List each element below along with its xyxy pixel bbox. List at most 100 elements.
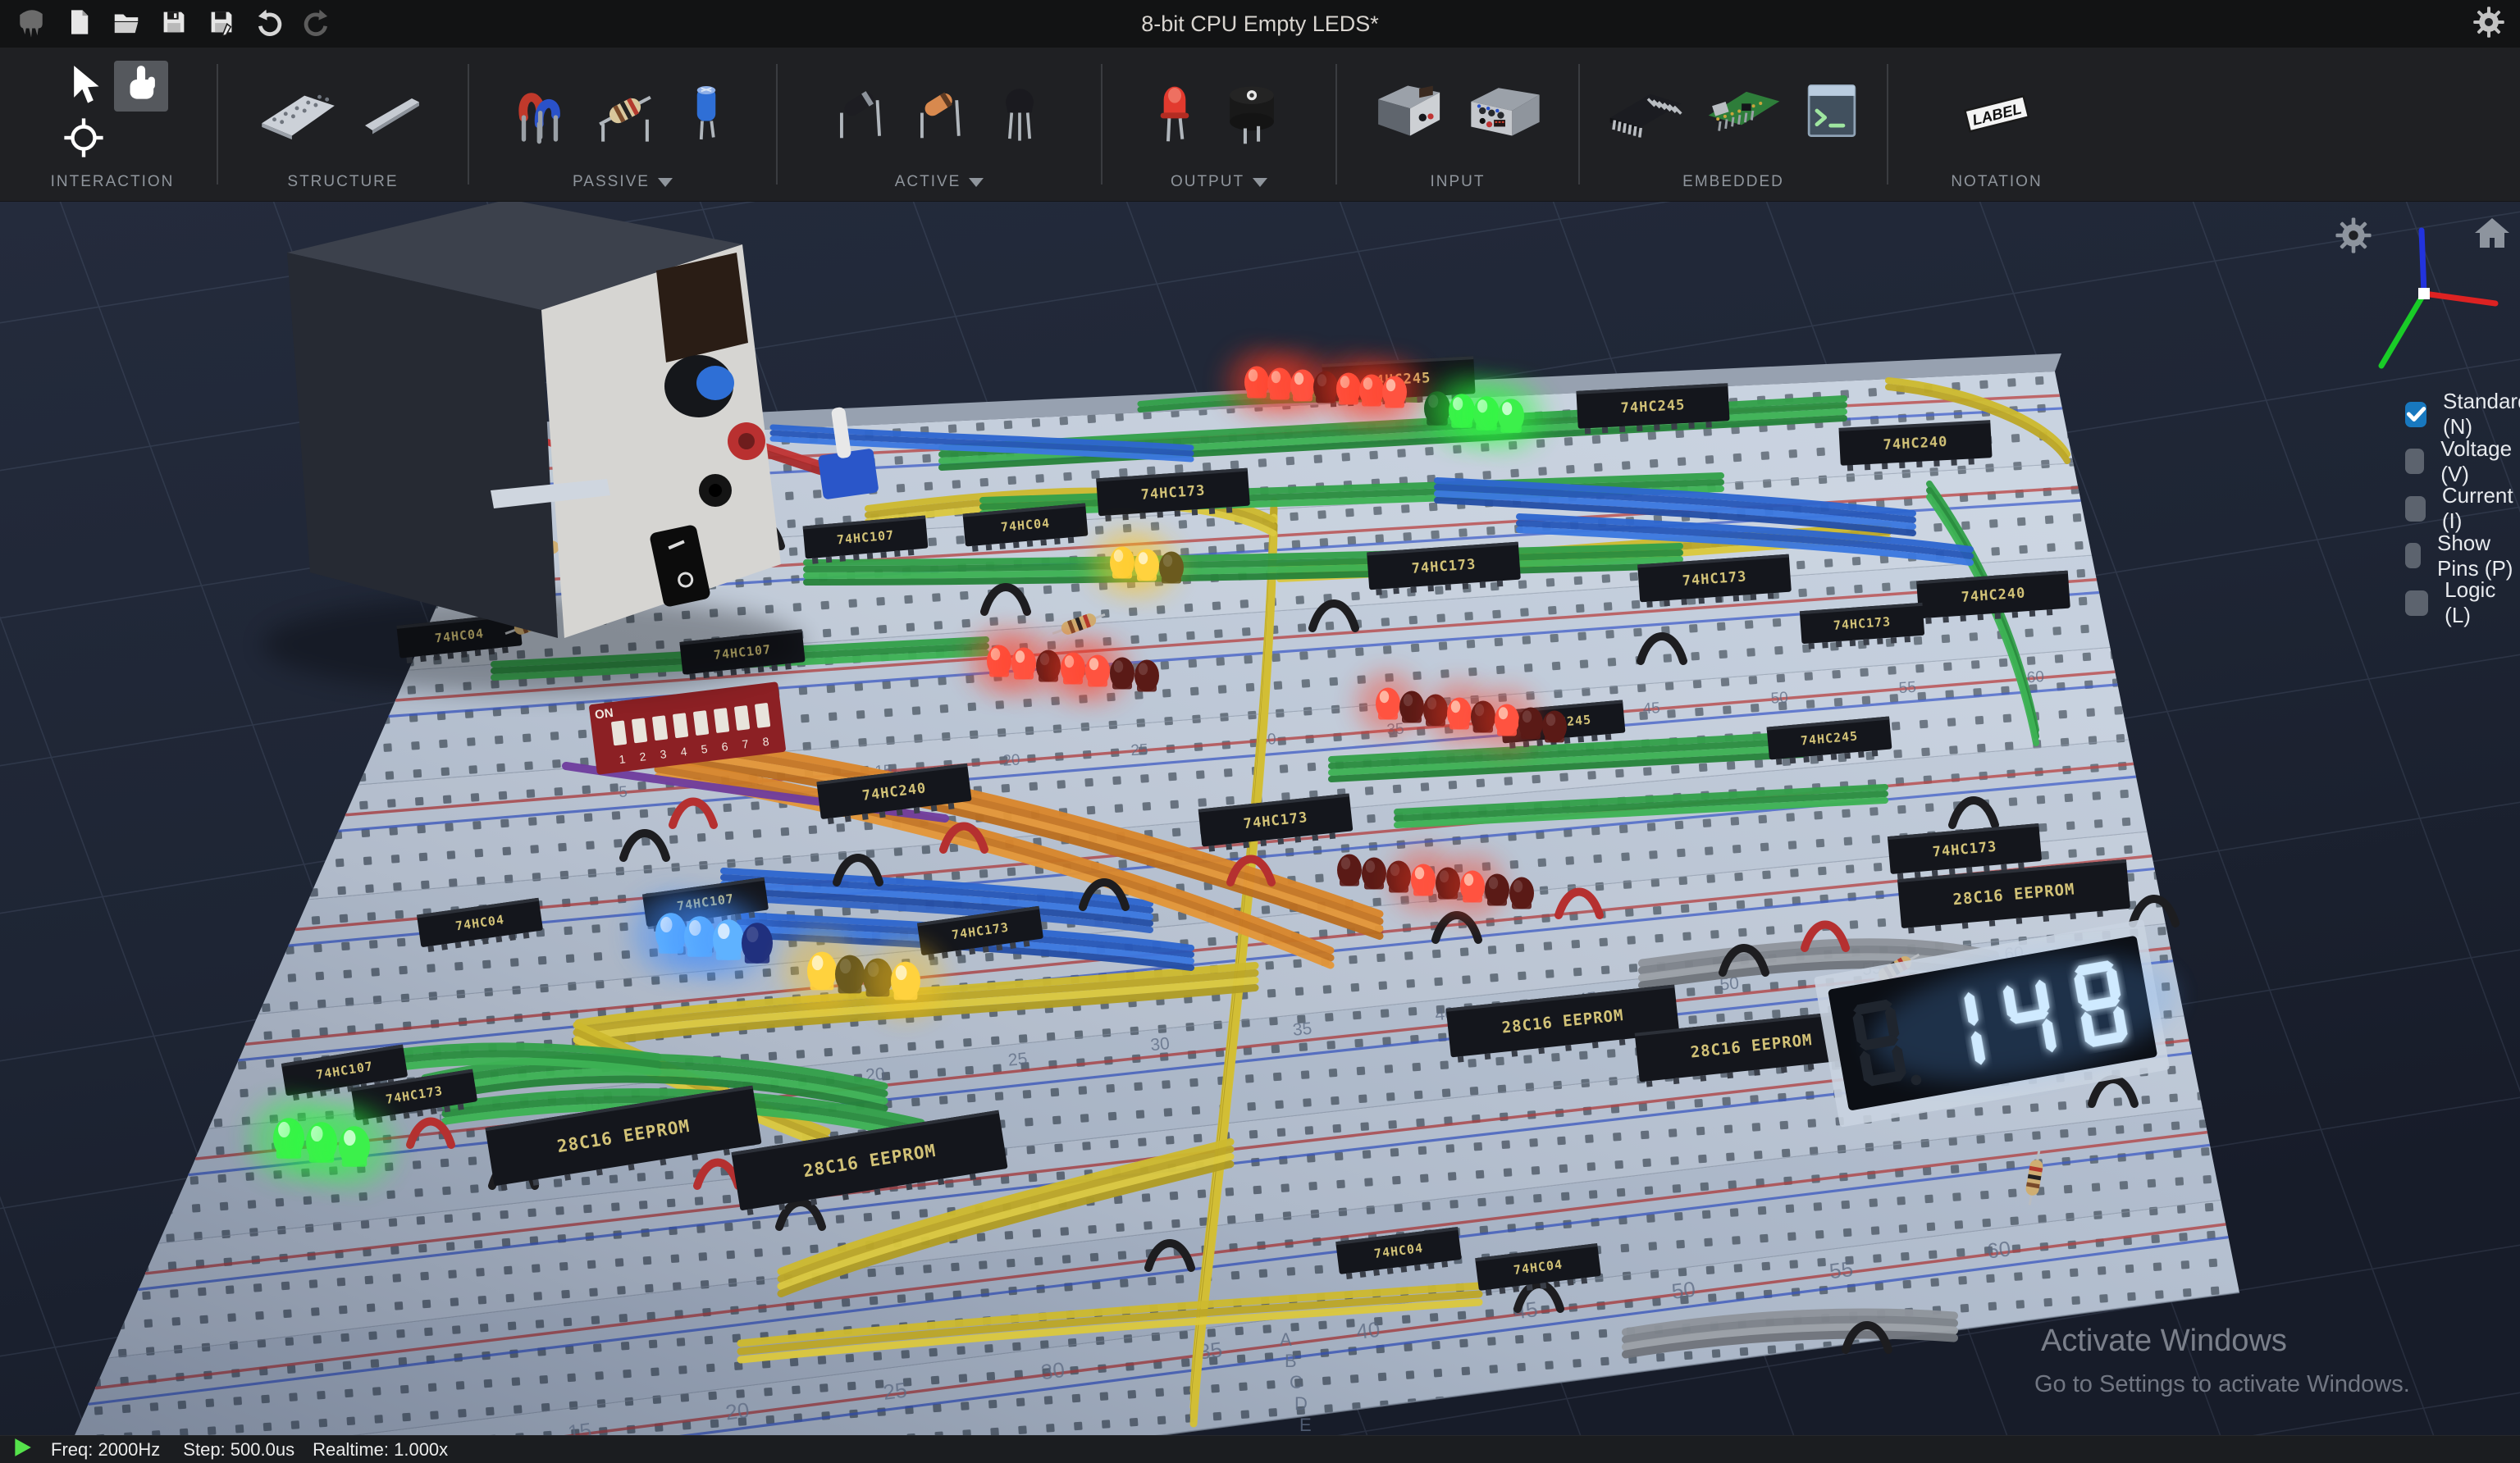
render-mode-current[interactable]: Current (I) — [2405, 483, 2520, 534]
zener-diode-icon — [907, 75, 975, 150]
render-mode-label: Standard (N) — [2443, 389, 2520, 440]
render-mode-label: Current (I) — [2442, 483, 2520, 534]
ic-label: 74HC245 — [1620, 397, 1686, 417]
dip-on-label: ON — [594, 706, 614, 722]
tool-buzzer[interactable] — [1212, 73, 1292, 153]
wire-icon — [506, 75, 577, 150]
toolbar-section-label[interactable]: PASSIVE — [573, 171, 673, 193]
toolbar-section-label: EMBEDDED — [1682, 171, 1784, 193]
red-led[interactable] — [1542, 711, 1567, 743]
realtime-readout: Realtime: 1.000x — [313, 1439, 448, 1461]
tool-hand[interactable] — [114, 61, 168, 112]
save-button[interactable] — [156, 6, 192, 42]
red-led[interactable] — [1485, 874, 1509, 906]
app-logo-icon — [13, 6, 49, 42]
titlebar-left-buttons — [13, 6, 335, 42]
activate-windows-watermark-sub: Go to Settings to activate Windows. — [2034, 1371, 2410, 1398]
tool-terminal[interactable] — [1797, 74, 1866, 152]
breadboard-row-letter: A — [1280, 1329, 1292, 1350]
ic-label: 74HC240 — [1883, 434, 1948, 453]
red-led[interactable] — [1399, 691, 1424, 723]
tool-arduino[interactable] — [1699, 73, 1789, 153]
green-led[interactable] — [1477, 381, 1545, 449]
tool-label-sticker[interactable]: LABEL — [1949, 75, 2044, 150]
redo-button[interactable] — [299, 6, 335, 42]
svg-text:30: 30 — [1039, 1357, 1066, 1384]
terminal-icon — [1800, 76, 1864, 149]
toolbar-divider — [776, 64, 778, 185]
toolbar-section-label[interactable]: OUTPUT — [1171, 171, 1267, 193]
svg-text:55: 55 — [1898, 679, 1917, 697]
red-led[interactable] — [1518, 708, 1543, 740]
scene-root: 5101520253035404550556051015202530354045… — [0, 202, 2520, 1435]
bar-icon — [355, 80, 434, 146]
psu-screen — [656, 253, 748, 362]
new-file-button[interactable] — [61, 6, 97, 42]
transistor-icon — [988, 75, 1052, 150]
tool-cursor[interactable] — [57, 61, 111, 112]
toolbar-section-label[interactable]: ACTIVE — [895, 171, 984, 193]
tool-power-supply[interactable] — [1367, 73, 1454, 153]
tool-ic-chip[interactable] — [1600, 73, 1691, 153]
checkbox-unchecked[interactable] — [2405, 590, 2428, 616]
tool-diode[interactable] — [824, 73, 897, 153]
home-view-button[interactable] — [2471, 213, 2513, 257]
component-toolbar: INTERACTIONSTRUCTUREPASSIVEACTIVEOUTPUTI… — [0, 48, 2520, 202]
tool-breadboard[interactable] — [249, 75, 345, 150]
tool-signal-generator[interactable] — [1462, 73, 1549, 153]
yellow-led[interactable] — [835, 955, 865, 994]
breadboard-row-letter: B — [1285, 1351, 1297, 1371]
3d-viewport[interactable]: 5101520253035404550556051015202530354045… — [0, 202, 2520, 1435]
checkbox-checked[interactable] — [2405, 402, 2426, 427]
red-led[interactable] — [1363, 360, 1427, 424]
power-supply-icon — [1369, 75, 1451, 150]
red-led[interactable] — [1134, 660, 1159, 692]
red-led[interactable] — [1509, 877, 1534, 909]
settings-gear-button[interactable] — [2471, 6, 2507, 42]
yellow-led[interactable] — [867, 942, 944, 1019]
red-led[interactable] — [1110, 658, 1134, 690]
title-bar: 8-bit CPU Empty LEDS* — [0, 0, 2520, 48]
tool-resistor[interactable] — [587, 73, 663, 153]
undo-button[interactable] — [251, 6, 287, 42]
tool-led[interactable] — [1146, 73, 1203, 153]
tool-bar[interactable] — [353, 77, 436, 148]
red-led[interactable] — [1362, 858, 1386, 890]
svg-text:30: 30 — [1149, 1034, 1170, 1055]
save-as-button[interactable] — [203, 6, 240, 42]
dropdown-arrow-icon — [969, 178, 984, 187]
tool-orbit[interactable] — [57, 115, 111, 166]
render-mode-show[interactable]: Show Pins (P) — [2405, 531, 2520, 581]
render-mode-voltage[interactable]: Voltage (V) — [2405, 436, 2520, 487]
yellow-led[interactable] — [1159, 552, 1184, 584]
tool-transistor[interactable] — [985, 73, 1054, 153]
open-file-button[interactable] — [108, 6, 144, 42]
hand-icon — [119, 62, 163, 110]
svg-text:35: 35 — [1292, 1019, 1312, 1040]
play-icon[interactable] — [11, 1437, 33, 1462]
redo-icon — [301, 7, 332, 42]
green-led[interactable] — [314, 1106, 395, 1187]
viewport-settings-button[interactable] — [2335, 216, 2372, 258]
render-mode-standard[interactable]: Standard (N) — [2405, 389, 2520, 440]
toolbar-tools — [824, 54, 1054, 171]
checkbox-unchecked[interactable] — [2405, 449, 2424, 474]
status-bar: Freq: 2000Hz Step: 500.0us Realtime: 1.0… — [0, 1435, 2520, 1463]
scene-canvas[interactable]: 5101520253035404550556051015202530354045… — [0, 202, 2520, 1435]
new-file-icon — [64, 7, 94, 41]
svg-text:40: 40 — [1355, 1317, 1381, 1344]
svg-text:25: 25 — [882, 1378, 908, 1405]
checkbox-unchecked[interactable] — [2405, 496, 2426, 522]
svg-text:5: 5 — [619, 783, 628, 801]
tool-wire[interactable] — [504, 73, 579, 153]
led-icon — [1148, 75, 1201, 150]
tool-zener-diode[interactable] — [905, 73, 977, 153]
render-mode-logic[interactable]: Logic (L) — [2405, 577, 2520, 628]
tool-capacitor[interactable] — [671, 73, 742, 153]
checkbox-unchecked[interactable] — [2405, 543, 2421, 568]
frequency-readout: Freq: 2000Hz — [51, 1439, 160, 1461]
red-led[interactable] — [1337, 855, 1362, 886]
toolbar-tools — [504, 54, 742, 171]
blue-led[interactable] — [742, 923, 773, 963]
open-file-icon — [111, 7, 142, 42]
